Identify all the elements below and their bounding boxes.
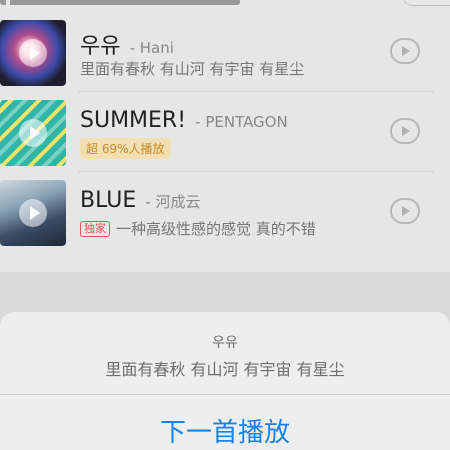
song-row[interactable]: SUMMER! - PENTAGON 超 69%人播放 — [0, 92, 450, 172]
song-title: BLUE — [80, 188, 137, 213]
play-icon[interactable] — [19, 119, 47, 147]
play-icon[interactable] — [19, 39, 47, 67]
song-title: SUMMER! — [80, 108, 187, 133]
song-subtitle: 一种高级性感的感觉 真的不错 — [116, 220, 316, 238]
song-subtitle-line: 独家 一种高级性感的感觉 真的不错 — [80, 218, 316, 239]
song-title-line: BLUE - 河成云 — [80, 188, 201, 213]
section-header-cropped — [0, 0, 240, 5]
play-circle-icon[interactable] — [390, 118, 420, 144]
action-sheet-header: 우유 里面有春秋 有山河 有宇宙 有星尘 — [0, 312, 450, 394]
song-artist: - Hani — [129, 39, 174, 57]
song-subtitle-line: 超 69%人播放 — [80, 138, 177, 159]
play-circle-icon[interactable] — [390, 198, 420, 224]
header-button-cropped[interactable] — [402, 0, 450, 6]
song-subtitle: 里面有春秋 有山河 有宇宙 有星尘 — [80, 60, 305, 78]
action-sheet-title: 우유 — [212, 335, 238, 351]
action-sheet-divider — [0, 394, 450, 395]
song-title: 우유 — [80, 34, 121, 59]
song-artist: - 河成云 — [145, 193, 201, 211]
album-cover[interactable] — [0, 20, 66, 86]
album-cover[interactable] — [0, 180, 66, 246]
song-row[interactable]: 우유 - Hani 里面有春秋 有山河 有宇宙 有星尘 — [0, 12, 450, 92]
song-title-line: 우유 - Hani — [80, 28, 174, 60]
song-row[interactable]: BLUE - 河成云 独家 一种高级性感的感觉 真的不错 — [0, 172, 450, 252]
song-title-line: SUMMER! - PENTAGON — [80, 108, 288, 133]
album-cover[interactable] — [0, 100, 66, 166]
song-artist: - PENTAGON — [195, 113, 288, 131]
action-sheet: 우유 里面有春秋 有山河 有宇宙 有星尘 下一首播放 — [0, 312, 450, 450]
action-sheet-subtitle: 里面有春秋 有山河 有宇宙 有星尘 — [105, 360, 345, 379]
popularity-badge: 超 69%人播放 — [80, 138, 171, 159]
play-next-button[interactable]: 下一首播放 — [0, 412, 450, 449]
play-icon[interactable] — [19, 199, 47, 227]
play-circle-icon[interactable] — [390, 38, 420, 64]
exclusive-tag: 独家 — [80, 220, 110, 237]
song-list: 우유 - Hani 里面有春秋 有山河 有宇宙 有星尘 SUMMER! - PE… — [0, 0, 450, 272]
